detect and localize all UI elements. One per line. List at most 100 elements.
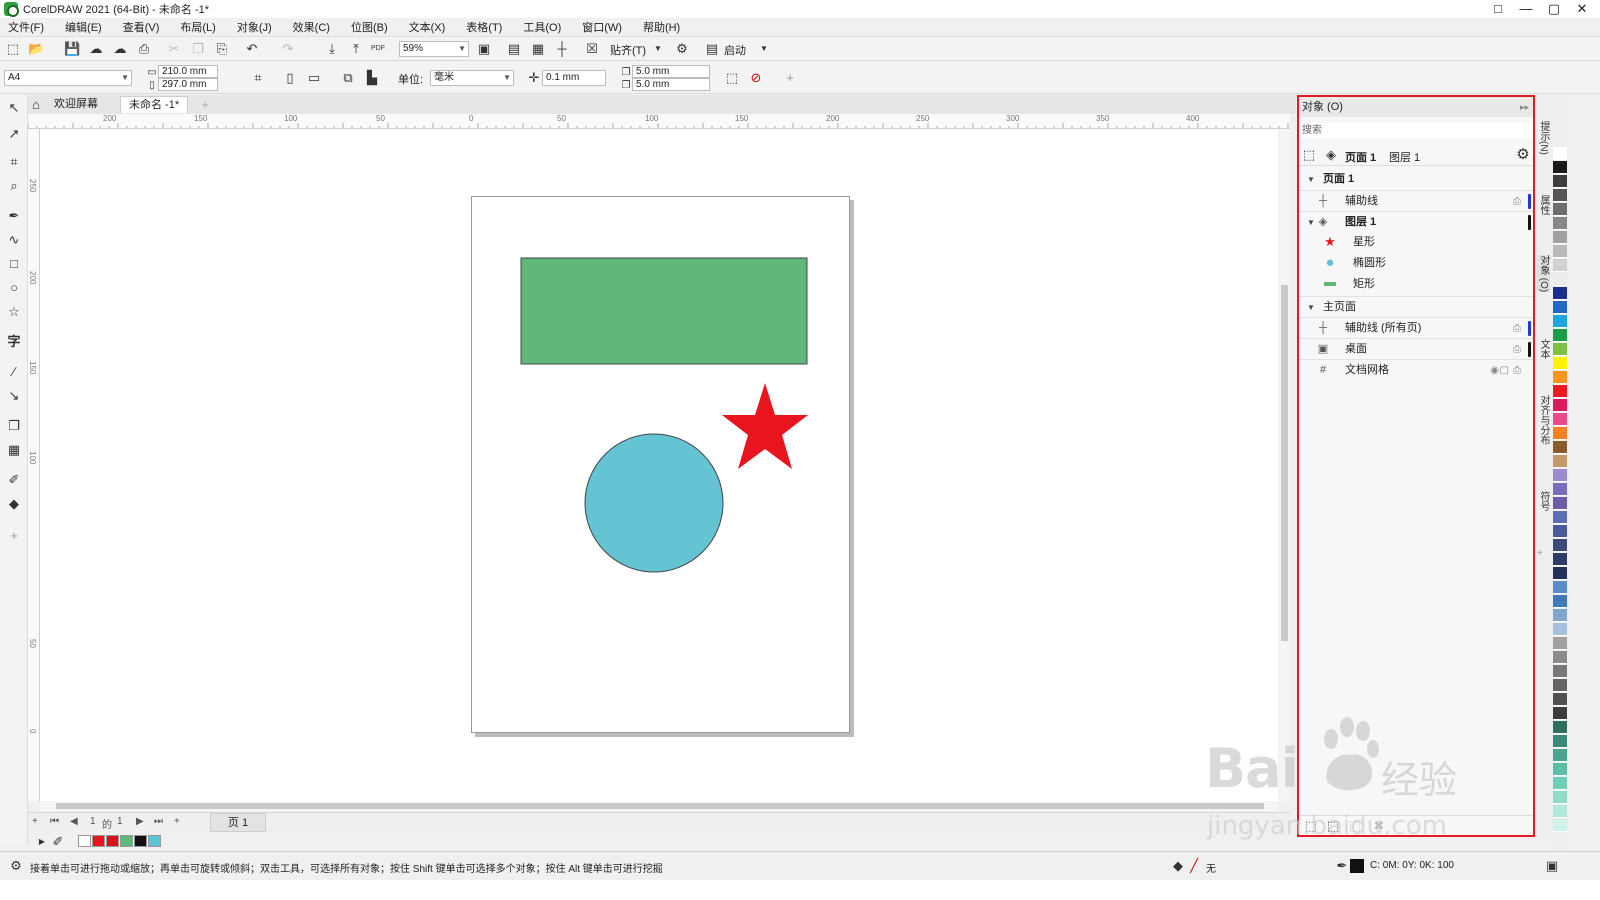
export-pdf-icon[interactable]: PDF <box>370 41 386 57</box>
green-rectangle[interactable] <box>520 257 808 365</box>
add-icon[interactable]: + <box>782 70 798 86</box>
color-eyedropper-tool-icon[interactable]: ✐ <box>5 471 23 489</box>
horizontal-scrollbar-thumb[interactable] <box>56 803 1264 809</box>
new-tab-icon[interactable]: + <box>197 97 213 113</box>
palette-swatch[interactable] <box>1553 791 1567 804</box>
palette-swatch[interactable] <box>1553 273 1567 286</box>
palette-swatch[interactable] <box>1553 217 1567 230</box>
last-page-icon[interactable]: ⏭ <box>154 816 163 827</box>
document-page[interactable] <box>471 196 850 733</box>
menu-layout[interactable]: 布局(L) <box>180 19 215 35</box>
tab-hints[interactable]: 提示(N) <box>1537 121 1550 155</box>
doc-swatch[interactable] <box>134 835 147 847</box>
menu-object[interactable]: 对象(J) <box>237 19 272 35</box>
tab-objects[interactable]: 对象 (O) <box>1537 255 1550 293</box>
tab-text[interactable]: 文本 <box>1537 339 1550 359</box>
copy-icon[interactable]: ❐ <box>190 41 206 57</box>
tree-rectangle[interactable]: 矩形 <box>1299 274 1533 295</box>
cloud-download-icon[interactable]: ☁ <box>88 41 104 57</box>
printer-icon[interactable]: ⎙ <box>1513 339 1521 360</box>
rectangle-tool-icon[interactable]: □ <box>5 255 23 273</box>
palette-swatch[interactable] <box>1553 147 1567 160</box>
palette-swatch[interactable] <box>1553 553 1567 566</box>
palette-swatch[interactable] <box>1553 665 1567 678</box>
view-mode-icon[interactable]: ⬚ <box>1301 147 1317 163</box>
docker-search-input[interactable]: 搜索 <box>1300 123 1532 139</box>
export-icon[interactable]: ⤒ <box>348 41 364 57</box>
horizontal-scrollbar[interactable] <box>40 801 1278 811</box>
new-master-layer-icon[interactable]: ⬚ <box>1325 818 1341 834</box>
redo-icon[interactable]: ↷ <box>280 41 296 57</box>
cut-icon[interactable]: ✂ <box>166 41 182 57</box>
palette-swatch[interactable] <box>1553 595 1567 608</box>
printer-icon[interactable]: ⎙ <box>1513 318 1521 339</box>
palette-swatch[interactable] <box>1553 735 1567 748</box>
zoom-tool-icon[interactable]: ⌕ <box>5 177 23 195</box>
previous-page-icon[interactable]: ◀ <box>70 816 78 827</box>
page-height-input[interactable]: 297.0 mm <box>158 78 218 91</box>
lock-icon[interactable]: ▢ <box>1500 360 1509 381</box>
palette-swatch[interactable] <box>1553 707 1567 720</box>
artistic-media-tool-icon[interactable]: ∿ <box>5 231 23 249</box>
palette-swatch[interactable] <box>1553 427 1567 440</box>
drawing-canvas[interactable] <box>40 129 1278 801</box>
palette-swatch[interactable] <box>1553 567 1567 580</box>
palette-swatch[interactable] <box>1553 189 1567 202</box>
palette-swatch[interactable] <box>1553 469 1567 482</box>
menu-file[interactable]: 文件(F) <box>8 19 44 35</box>
eye-icon[interactable]: ◉ <box>1490 360 1499 381</box>
page-size-select[interactable]: A4 ▼ <box>4 70 132 86</box>
tree-document-grid[interactable]: # 文档网格 ◉ ▢ ⎙ <box>1299 359 1533 380</box>
horizontal-ruler[interactable]: 200 150 100 50 0 50 100 150 200 250 300 … <box>28 114 1290 129</box>
monitor-icon[interactable]: ▣ <box>1544 858 1560 874</box>
tab-document[interactable]: 未命名 -1* <box>120 96 189 113</box>
options-gear-icon[interactable]: ⚙ <box>674 41 690 57</box>
palette-swatch[interactable] <box>1553 749 1567 762</box>
palette-expand-icon[interactable]: ▶ <box>34 834 50 850</box>
full-screen-preview-icon[interactable]: ▣ <box>476 41 492 57</box>
palette-swatch[interactable] <box>1553 315 1567 328</box>
all-pages-icon[interactable]: ⌗ <box>250 70 266 86</box>
palette-swatch[interactable] <box>1553 819 1567 832</box>
doc-swatch[interactable] <box>120 835 133 847</box>
palette-swatch[interactable] <box>1553 581 1567 594</box>
zoom-level-select[interactable]: 59% ▼ <box>399 41 469 57</box>
palette-swatch[interactable] <box>1553 231 1567 244</box>
menu-effects[interactable]: 效果(C) <box>293 19 330 35</box>
menu-table[interactable]: 表格(T) <box>466 19 502 35</box>
palette-swatch[interactable] <box>1553 413 1567 426</box>
add-docker-icon[interactable]: + <box>1537 547 1550 560</box>
add-page-before-icon[interactable]: + <box>32 816 38 827</box>
paste-icon[interactable]: ⎘ <box>214 41 230 57</box>
draw-complex-objects-icon[interactable]: ⊘ <box>748 70 764 86</box>
drop-shadow-tool-icon[interactable]: ❐ <box>5 417 23 435</box>
transparency-tool-icon[interactable]: ▦ <box>5 441 23 459</box>
palette-swatch[interactable] <box>1553 539 1567 552</box>
delete-icon[interactable]: ✖ <box>1371 818 1387 834</box>
menu-window[interactable]: 窗口(W) <box>582 19 622 35</box>
expand-arrow-icon[interactable]: ▼ <box>1307 169 1315 190</box>
first-page-icon[interactable]: ⏮ <box>50 816 59 827</box>
outline-color-swatch[interactable] <box>1350 859 1364 873</box>
menu-tools[interactable]: 工具(O) <box>523 19 561 35</box>
current-layer-label[interactable]: 图层 1 <box>1389 149 1420 165</box>
palette-swatch[interactable] <box>1553 161 1567 174</box>
doc-swatch[interactable] <box>92 835 105 847</box>
snap-off-icon[interactable]: ☒ <box>584 41 600 57</box>
tab-properties[interactable]: 属性 <box>1537 195 1550 215</box>
palette-swatch[interactable] <box>1553 343 1567 356</box>
units-select[interactable]: 毫米 ▼ <box>430 70 514 86</box>
minimize-icon[interactable]: — <box>1512 0 1540 18</box>
tree-ellipse[interactable]: ● 椭圆形 <box>1299 253 1533 274</box>
duplicate-distance-y-input[interactable]: 5.0 mm <box>632 78 710 91</box>
palette-swatch[interactable] <box>1553 441 1567 454</box>
palette-swatch[interactable] <box>1553 511 1567 524</box>
pick-tool-icon[interactable]: ↖ <box>5 99 23 117</box>
palette-swatch[interactable] <box>1553 609 1567 622</box>
docker-collapse-icon[interactable]: ▸▸ <box>1520 97 1529 117</box>
vertical-scrollbar[interactable] <box>1279 129 1290 801</box>
interactive-fill-tool-icon[interactable]: ◆ <box>5 495 23 513</box>
palette-swatch[interactable] <box>1553 483 1567 496</box>
palette-swatch[interactable] <box>1553 385 1567 398</box>
palette-swatch[interactable] <box>1553 721 1567 734</box>
